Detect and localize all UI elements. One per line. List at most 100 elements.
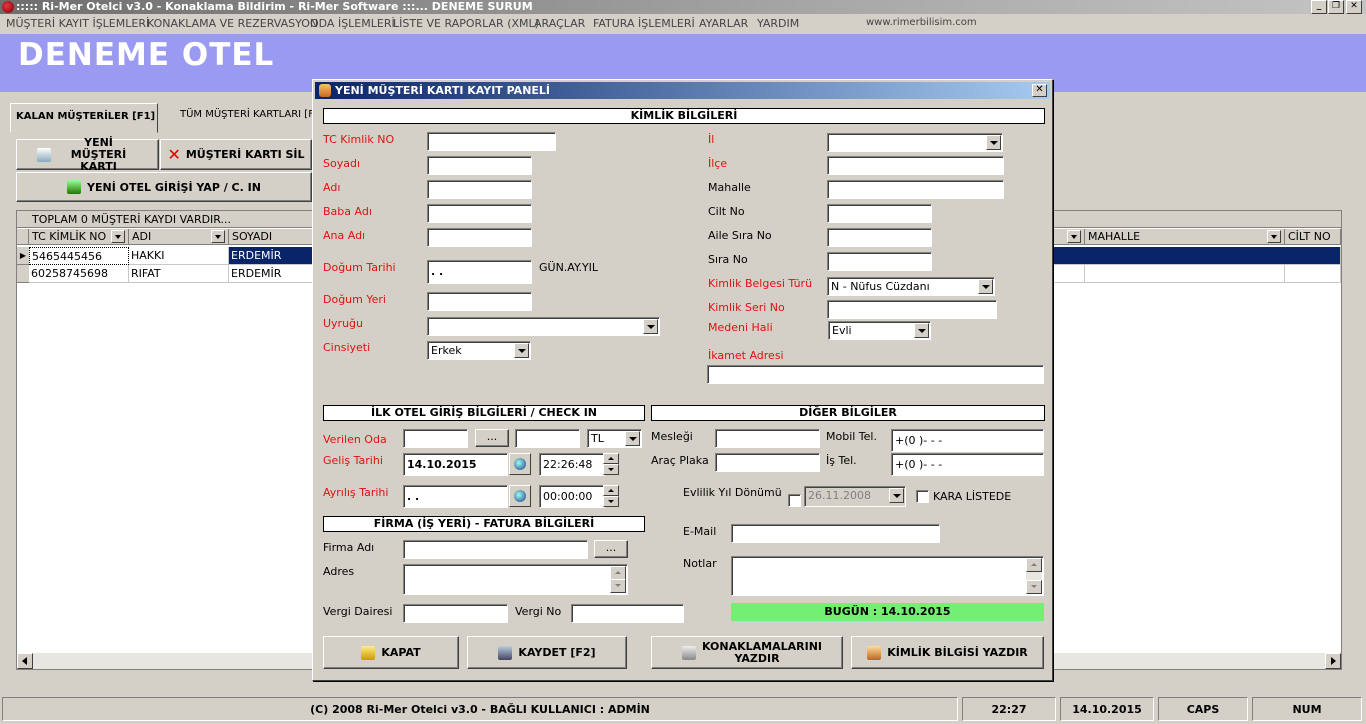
cilt-no-input[interactable]	[827, 204, 932, 223]
tab-tum-musteri-kartlari[interactable]: TÜM MÜŞTERİ KARTLARI [F	[170, 105, 314, 129]
evlilik-date-picker[interactable]: 26.11.2008	[804, 486, 906, 507]
evlilik-checkbox[interactable]	[788, 494, 801, 507]
menu-ayarlar[interactable]: AYARLAR	[699, 17, 748, 30]
plaka-input[interactable]	[715, 453, 820, 472]
scroll-left-icon[interactable]	[17, 653, 33, 669]
soyadi-input[interactable]	[427, 156, 532, 175]
cinsiyet-select[interactable]: Erkek	[427, 341, 531, 360]
close-button[interactable]: ✕	[1346, 0, 1362, 14]
minimize-button[interactable]: _	[1311, 0, 1327, 14]
column-prev-header[interactable]	[1053, 229, 1085, 245]
website-link[interactable]: www.rimerbilisim.com	[866, 17, 977, 28]
chevron-down-icon[interactable]	[625, 431, 640, 446]
firma-input[interactable]	[403, 540, 588, 559]
mahalle-input[interactable]	[827, 180, 1004, 199]
mobil-tel-input[interactable]: +(0 )- - -	[891, 429, 1044, 452]
cell-tc[interactable]: 5465445456	[29, 247, 129, 265]
seri-no-input[interactable]	[827, 300, 997, 319]
tab-kalan-musteriler[interactable]: KALAN MÜŞTERİLER [F1]	[10, 103, 158, 133]
dogum-tarihi-input[interactable]: . .	[427, 260, 532, 284]
menu-oda[interactable]: ODA İŞLEMLERİ	[310, 17, 395, 30]
dogum-yeri-input[interactable]	[427, 292, 532, 311]
menu-musteri-kayit[interactable]: MÜŞTERİ KAYIT İŞLEMLERİ	[6, 17, 149, 30]
column-cilt-header[interactable]: CİLT NO	[1285, 229, 1341, 245]
aile-sira-input[interactable]	[827, 228, 932, 247]
kimlik-yazdir-button[interactable]: KİMLİK BİLGİSİ YAZDIR	[851, 636, 1044, 669]
menu-yardim[interactable]: YARDIM	[757, 17, 799, 30]
restore-button[interactable]: ❐	[1328, 0, 1344, 14]
kapat-button[interactable]: KAPAT	[323, 636, 459, 669]
chevron-down-icon[interactable]	[978, 279, 993, 294]
table-row-selected[interactable]	[1053, 247, 1341, 265]
adi-input[interactable]	[427, 180, 532, 199]
column-mahalle-header[interactable]: MAHALLE	[1085, 229, 1285, 245]
table-row[interactable]	[1053, 265, 1085, 283]
vergi-no-input[interactable]	[571, 604, 684, 623]
medeni-hali-select[interactable]: Evli	[828, 321, 931, 340]
column-adi-header[interactable]: ADI	[129, 229, 229, 245]
new-checkin-button[interactable]: YENİ OTEL GİRİŞİ YAP / C. IN	[16, 172, 312, 202]
notlar-scrollbar[interactable]	[1026, 558, 1042, 594]
ayrilis-saat-spinner[interactable]	[603, 485, 619, 507]
email-input[interactable]	[731, 524, 940, 543]
gelis-tarihi-input[interactable]: 14.10.2015	[403, 453, 508, 476]
menu-konaklama[interactable]: KONAKLAMA VE REZERVASYON	[147, 17, 318, 30]
firma-adres-textarea[interactable]	[403, 564, 628, 595]
ayrilis-tarihi-input[interactable]: . .	[403, 485, 508, 508]
cell-soyadi[interactable]: ERDEMİR	[229, 265, 313, 283]
menu-araclar[interactable]: ARAÇLAR	[534, 17, 585, 30]
notlar-textarea[interactable]	[731, 556, 1044, 596]
menu-liste-raporlar[interactable]: LİSTE VE RAPORLAR (XML)	[393, 17, 539, 30]
chevron-down-icon[interactable]	[643, 319, 658, 334]
column-adi-filter-icon[interactable]	[211, 230, 225, 243]
belge-turu-select[interactable]: N - Nüfus Cüzdanı	[827, 277, 995, 296]
kara-liste-checkbox[interactable]	[916, 490, 929, 503]
new-customer-button[interactable]: YENİ MÜŞTERİ KARTI	[16, 136, 159, 172]
uyruk-select[interactable]	[427, 317, 660, 336]
dialog-title-bar[interactable]: YENİ MÜŞTERİ KARTI KAYIT PANELİ ✕	[315, 82, 1050, 99]
column-soyadi-header[interactable]: SOYADI	[229, 229, 313, 245]
cell-tc[interactable]: 60258745698	[29, 265, 129, 283]
ayrilis-saat-input[interactable]: 00:00:00	[539, 485, 605, 508]
delete-customer-button[interactable]: ✕ MÜŞTERİ KARTI SİL	[160, 139, 312, 170]
ilce-input[interactable]	[827, 156, 1004, 175]
cell-adi[interactable]: RIFAT	[129, 265, 229, 283]
currency-select[interactable]: TL	[587, 429, 642, 448]
kaydet-label: KAYDET [F2]	[518, 645, 596, 659]
gelis-saat-spinner[interactable]	[603, 453, 619, 475]
baba-adi-input[interactable]	[427, 204, 532, 223]
chevron-down-icon[interactable]	[514, 343, 529, 358]
firma-browse-button[interactable]: ...	[594, 540, 628, 558]
cell-soyadi[interactable]: ERDEMİR	[229, 247, 313, 265]
ucret-input[interactable]	[515, 429, 580, 448]
konaklama-yazdir-button[interactable]: KONAKLAMALARINI YAZDIR	[651, 636, 843, 669]
cell-adi[interactable]: HAKKI	[129, 247, 229, 265]
column-tc-filter-icon[interactable]	[111, 230, 125, 243]
chevron-down-icon[interactable]	[889, 488, 904, 503]
adres-scrollbar[interactable]	[610, 566, 626, 593]
dialog-close-button[interactable]: ✕	[1032, 84, 1047, 97]
menu-fatura[interactable]: FATURA İŞLEMLERİ	[593, 17, 695, 30]
gelis-saat-input[interactable]: 22:26:48	[539, 453, 605, 476]
kaydet-button[interactable]: KAYDET [F2]	[467, 636, 627, 669]
oda-browse-button[interactable]: ...	[475, 429, 509, 447]
is-tel-input[interactable]: +(0 )- - -	[891, 453, 1044, 476]
il-select[interactable]	[827, 133, 1003, 152]
chevron-down-icon[interactable]	[914, 323, 929, 338]
gelis-calendar-icon[interactable]	[509, 453, 531, 475]
meslek-input[interactable]	[715, 429, 820, 448]
sira-no-input[interactable]	[827, 252, 932, 271]
vergi-dairesi-input[interactable]	[403, 604, 508, 623]
ikamet-input[interactable]	[707, 365, 1044, 384]
scroll-right-icon[interactable]	[1325, 653, 1341, 669]
column-tc-header[interactable]: TC KİMLİK NO	[29, 229, 129, 245]
ayrilis-calendar-icon[interactable]	[509, 485, 531, 507]
tc-input[interactable]	[427, 132, 556, 151]
column-prev-filter-icon[interactable]	[1067, 230, 1081, 243]
ana-adi-input[interactable]	[427, 228, 532, 247]
oda-input[interactable]	[403, 429, 468, 448]
chevron-down-icon[interactable]	[986, 135, 1001, 150]
table-row[interactable]	[1085, 265, 1285, 283]
table-row[interactable]	[1285, 265, 1341, 283]
column-mahalle-filter-icon[interactable]	[1267, 230, 1281, 243]
